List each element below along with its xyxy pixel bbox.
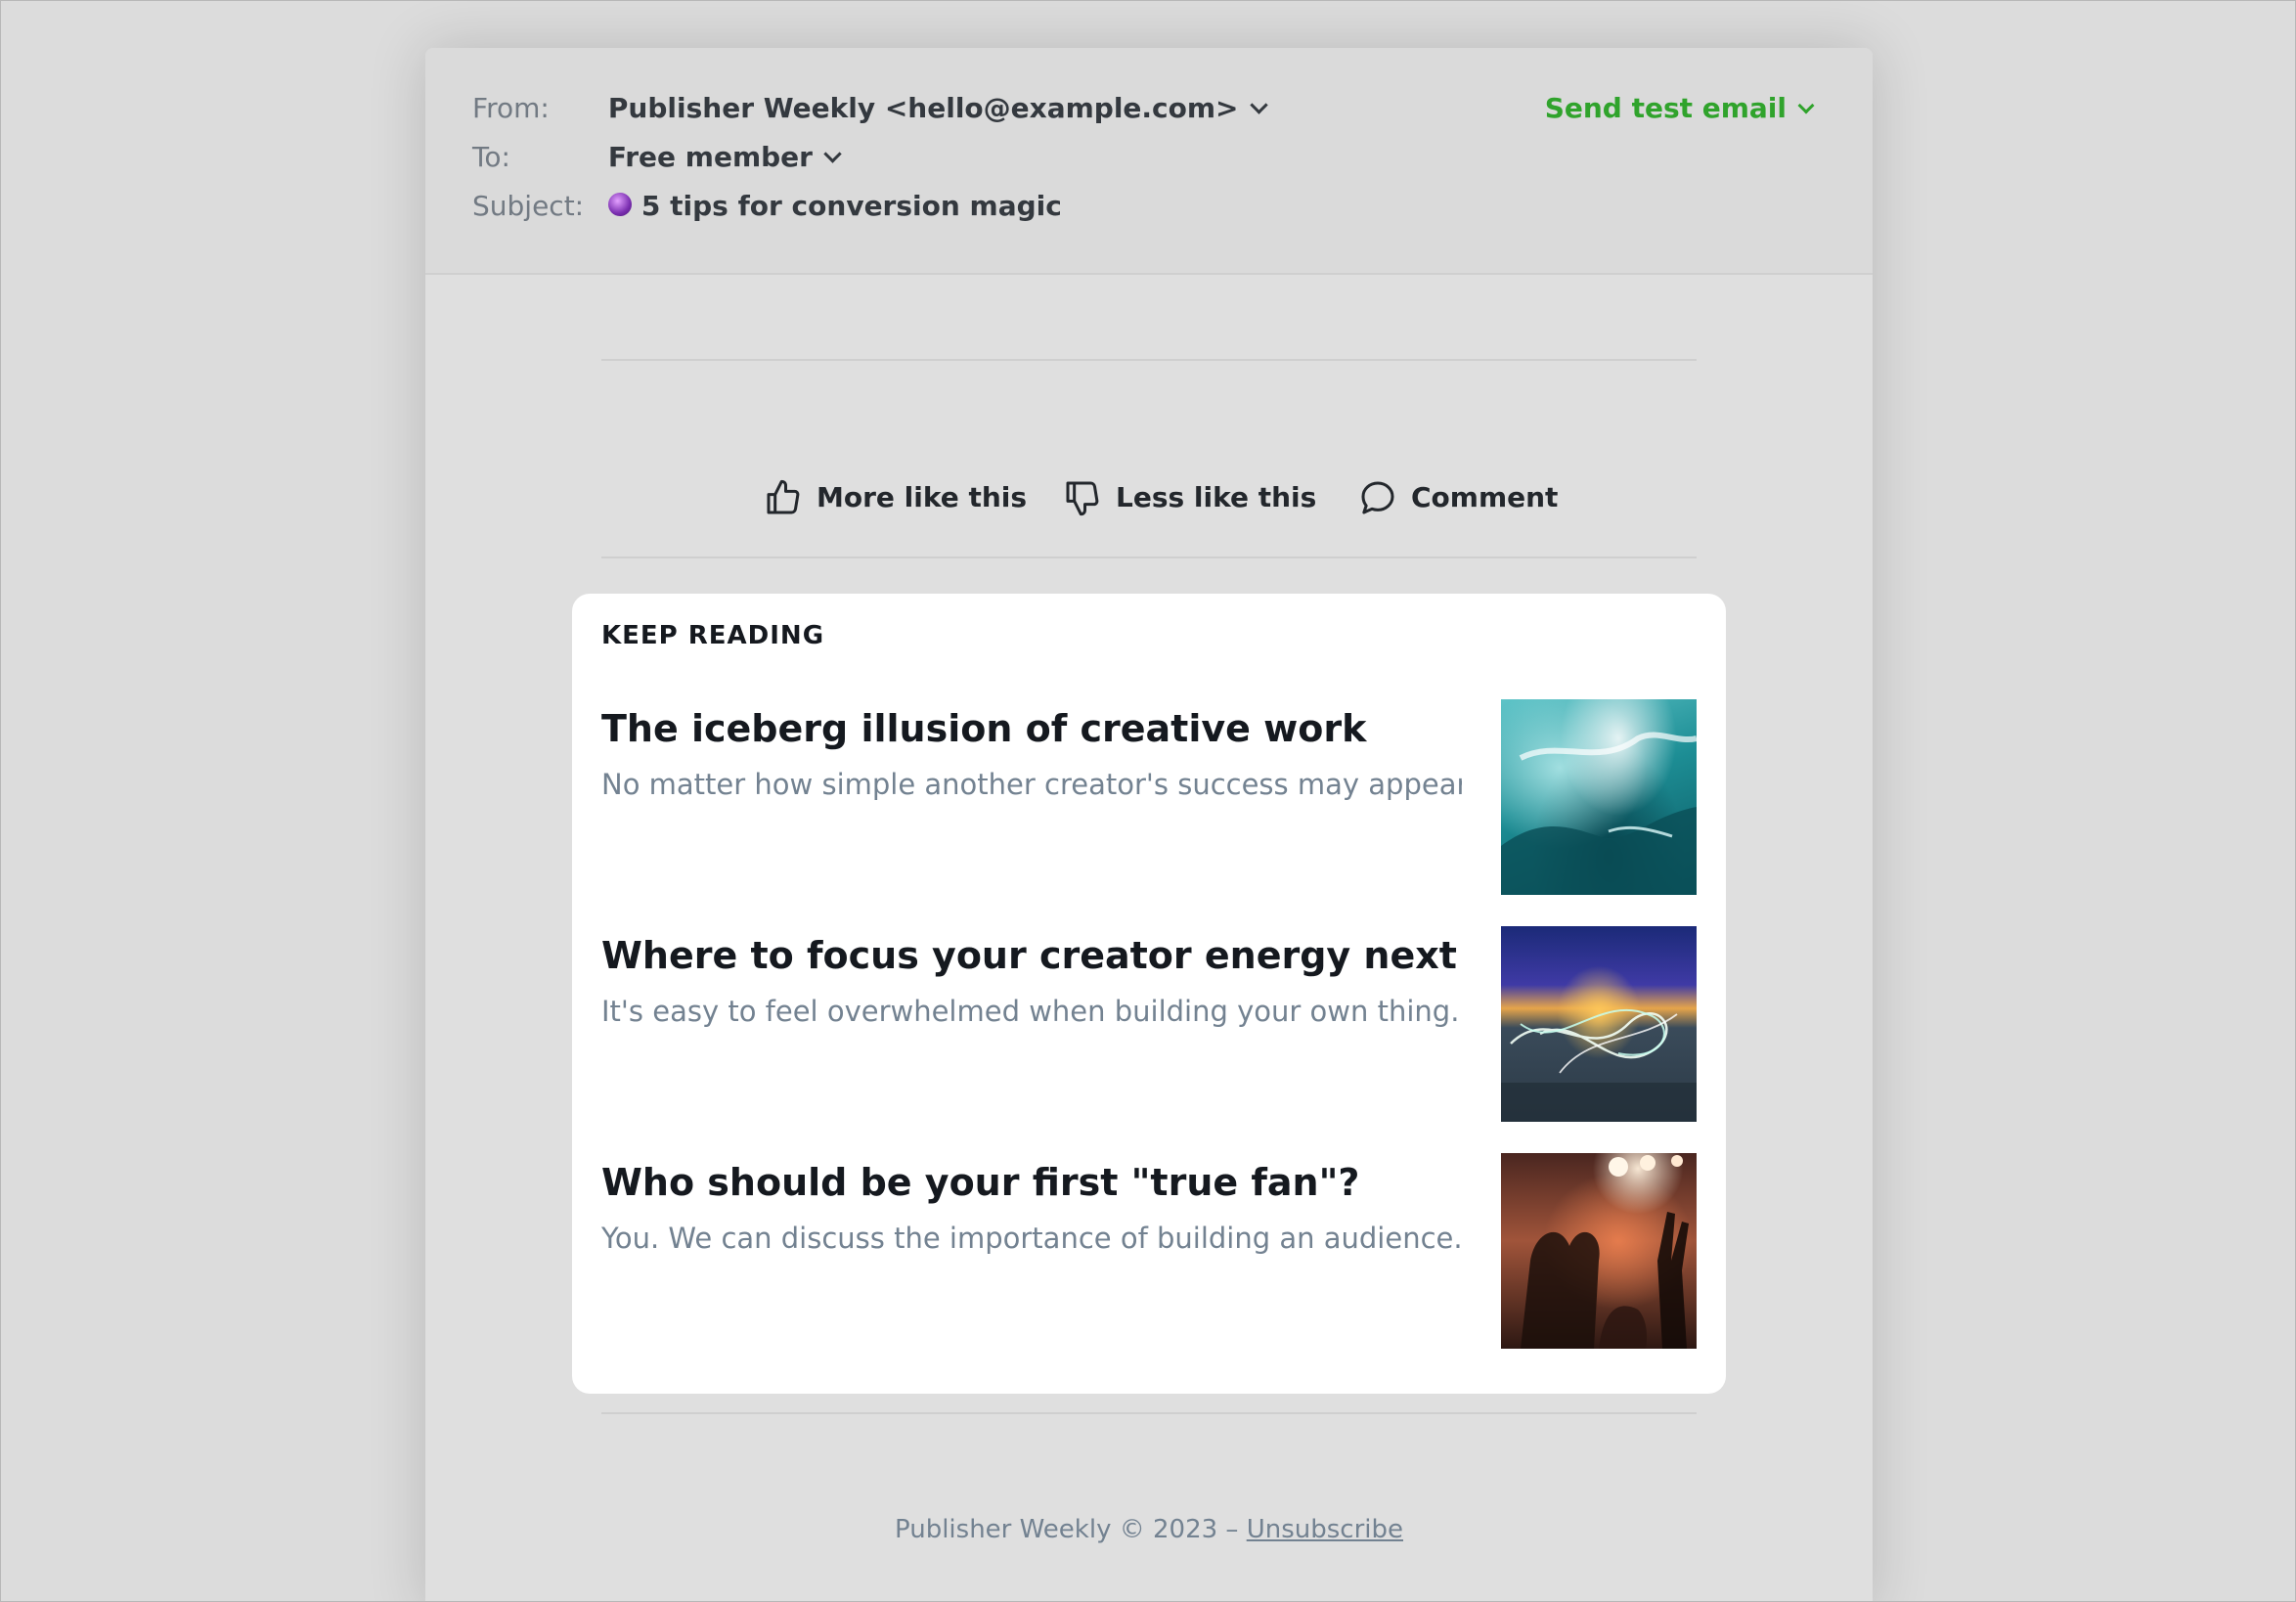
- divider: [601, 359, 1697, 361]
- subject-value: 5 tips for conversion magic: [640, 190, 1062, 222]
- divider: [601, 1412, 1697, 1414]
- from-label: From:: [472, 92, 550, 124]
- post-thumbnail-image: [1501, 699, 1697, 895]
- comment-button[interactable]: Comment: [1358, 478, 1558, 517]
- unsubscribe-link[interactable]: Unsubscribe: [1247, 1515, 1403, 1544]
- thumbs-up-icon: [767, 479, 800, 514]
- from-select[interactable]: Publisher Weekly <hello@example.com>: [607, 92, 1268, 124]
- to-value: Free member: [607, 141, 813, 173]
- post-thumbnail-image: [1501, 1153, 1697, 1349]
- list-item[interactable]: Where to focus your creator energy next …: [601, 926, 1697, 1122]
- keep-reading-card: KEEP READING The iceberg illusion of cre…: [572, 594, 1726, 1394]
- less-like-this-label: Less like this: [1116, 481, 1317, 513]
- from-row: From: Publisher Weekly <hello@example.co…: [472, 91, 1268, 126]
- preview-viewport: From: Publisher Weekly <hello@example.co…: [0, 0, 2296, 1602]
- to-row: To: Free member: [472, 140, 842, 175]
- less-like-this-button[interactable]: Less like this: [1063, 478, 1316, 517]
- comment-label: Comment: [1411, 481, 1559, 513]
- post-thumbnail-image: [1501, 926, 1697, 1122]
- email-preview: From: Publisher Weekly <hello@example.co…: [425, 48, 1873, 1601]
- post-excerpt: It's easy to feel overwhelmed when build…: [601, 995, 1462, 1028]
- light-trails-image: [1501, 1008, 1697, 1122]
- more-like-this-label: More like this: [817, 481, 1028, 513]
- send-test-email-button[interactable]: Send test email: [1544, 91, 1815, 126]
- crystal-ball-icon: [607, 193, 632, 216]
- post-excerpt: You. We can discuss the importance of bu…: [601, 1222, 1462, 1255]
- thumbs-down-icon: [1066, 481, 1099, 516]
- post-title: Where to focus your creator energy next: [601, 934, 1457, 977]
- send-test-email-label: Send test email: [1544, 92, 1787, 124]
- from-value: Publisher Weekly <hello@example.com>: [607, 92, 1239, 124]
- email-footer: Publisher Weekly © 2023 – Unsubscribe: [425, 1515, 1873, 1544]
- chevron-down-icon: [1249, 96, 1268, 114]
- post-title: The iceberg illusion of creative work: [601, 707, 1367, 750]
- divider: [601, 556, 1697, 558]
- footer-text: Publisher Weekly © 2023 –: [895, 1515, 1247, 1544]
- subject-value-wrap: 5 tips for conversion magic: [607, 190, 1062, 222]
- chevron-down-icon: [823, 145, 842, 163]
- to-select[interactable]: Free member: [607, 141, 842, 173]
- comment-icon: [1361, 481, 1394, 514]
- more-like-this-button[interactable]: More like this: [764, 478, 1027, 517]
- iceberg-image: [1501, 732, 1697, 895]
- to-label: To:: [472, 141, 510, 173]
- chevron-down-icon: [1797, 97, 1815, 114]
- list-item[interactable]: The iceberg illusion of creative work No…: [601, 699, 1697, 895]
- list-item[interactable]: Who should be your first "true fan"? You…: [601, 1153, 1697, 1349]
- email-header: From: Publisher Weekly <hello@example.co…: [425, 48, 1873, 275]
- concert-image: [1521, 1155, 1689, 1349]
- post-excerpt: No matter how simple another creator's s…: [601, 768, 1462, 801]
- post-title: Who should be your first "true fan"?: [601, 1161, 1360, 1204]
- subject-label: Subject:: [472, 190, 585, 222]
- subject-row: Subject: 5 tips for conversion magic: [472, 189, 1062, 224]
- keep-reading-heading: KEEP READING: [601, 621, 825, 650]
